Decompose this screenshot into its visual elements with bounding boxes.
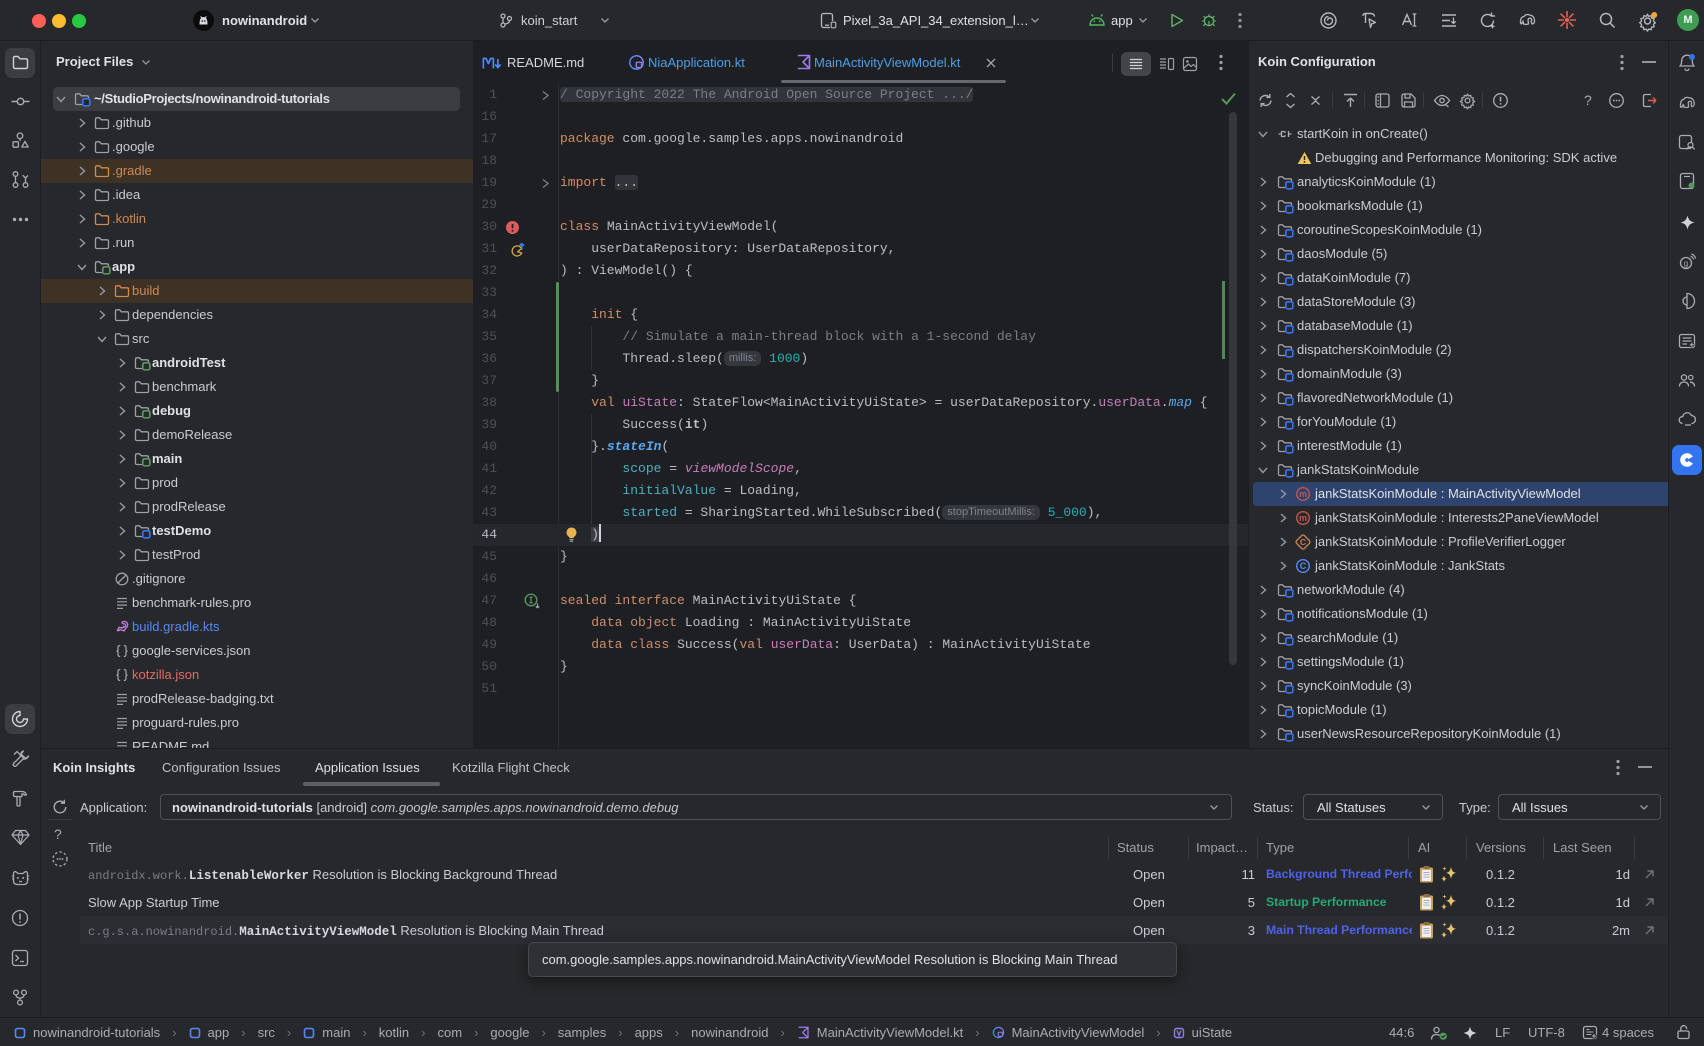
svg-text:C: C bbox=[1300, 537, 1306, 547]
svg-text:C: C bbox=[1300, 561, 1307, 571]
svg-text:g: g bbox=[1684, 259, 1688, 268]
svg-text:m: m bbox=[1299, 513, 1307, 523]
svg-text:m: m bbox=[1299, 489, 1307, 499]
